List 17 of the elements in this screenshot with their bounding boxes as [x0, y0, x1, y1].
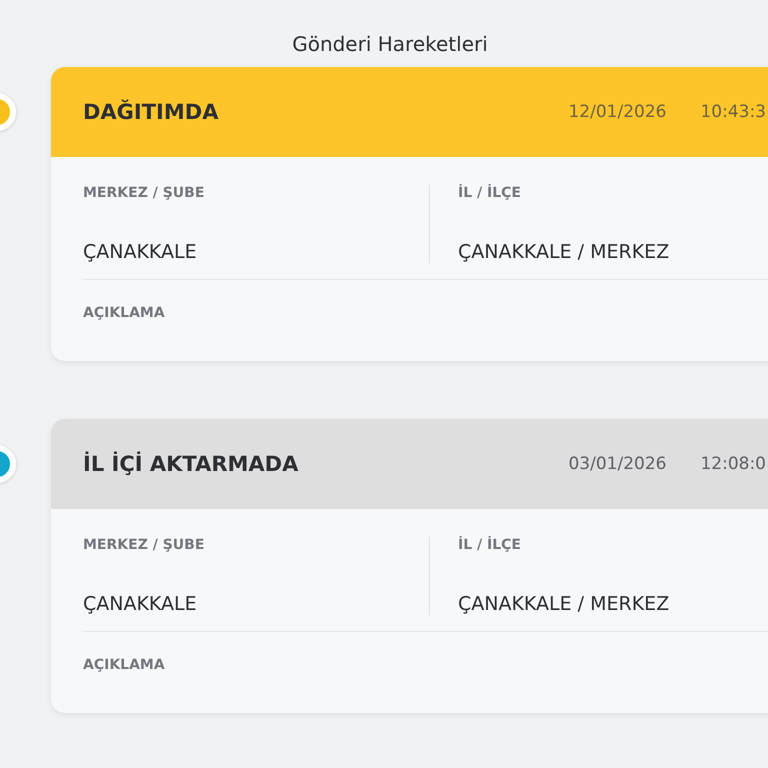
event-date: 03/01/2026	[568, 454, 666, 474]
field-label: AÇIKLAMA	[83, 657, 165, 673]
field-value: ÇANAKKALE / MERKEZ	[458, 593, 670, 615]
status-title: İL İÇİ AKTARMADA	[83, 452, 300, 476]
field-label: İL / İLÇE	[458, 185, 522, 201]
field-label: MERKEZ / ŞUBE	[83, 185, 206, 201]
event-date: 12/01/2026	[568, 102, 666, 122]
field-value: ÇANAKKALE	[83, 593, 198, 615]
event-time: 10:43:3	[700, 102, 766, 122]
section-title: Gönderi Hareketleri	[292, 31, 488, 58]
event-time: 12:08:0	[700, 454, 766, 474]
field-label: AÇIKLAMA	[83, 305, 165, 321]
field-label: İL / İLÇE	[458, 537, 522, 553]
field-value: ÇANAKKALE	[83, 241, 198, 263]
status-title: DAĞITIMDA	[83, 100, 220, 124]
field-value: ÇANAKKALE / MERKEZ	[458, 241, 670, 263]
field-label: MERKEZ / ŞUBE	[83, 537, 206, 553]
